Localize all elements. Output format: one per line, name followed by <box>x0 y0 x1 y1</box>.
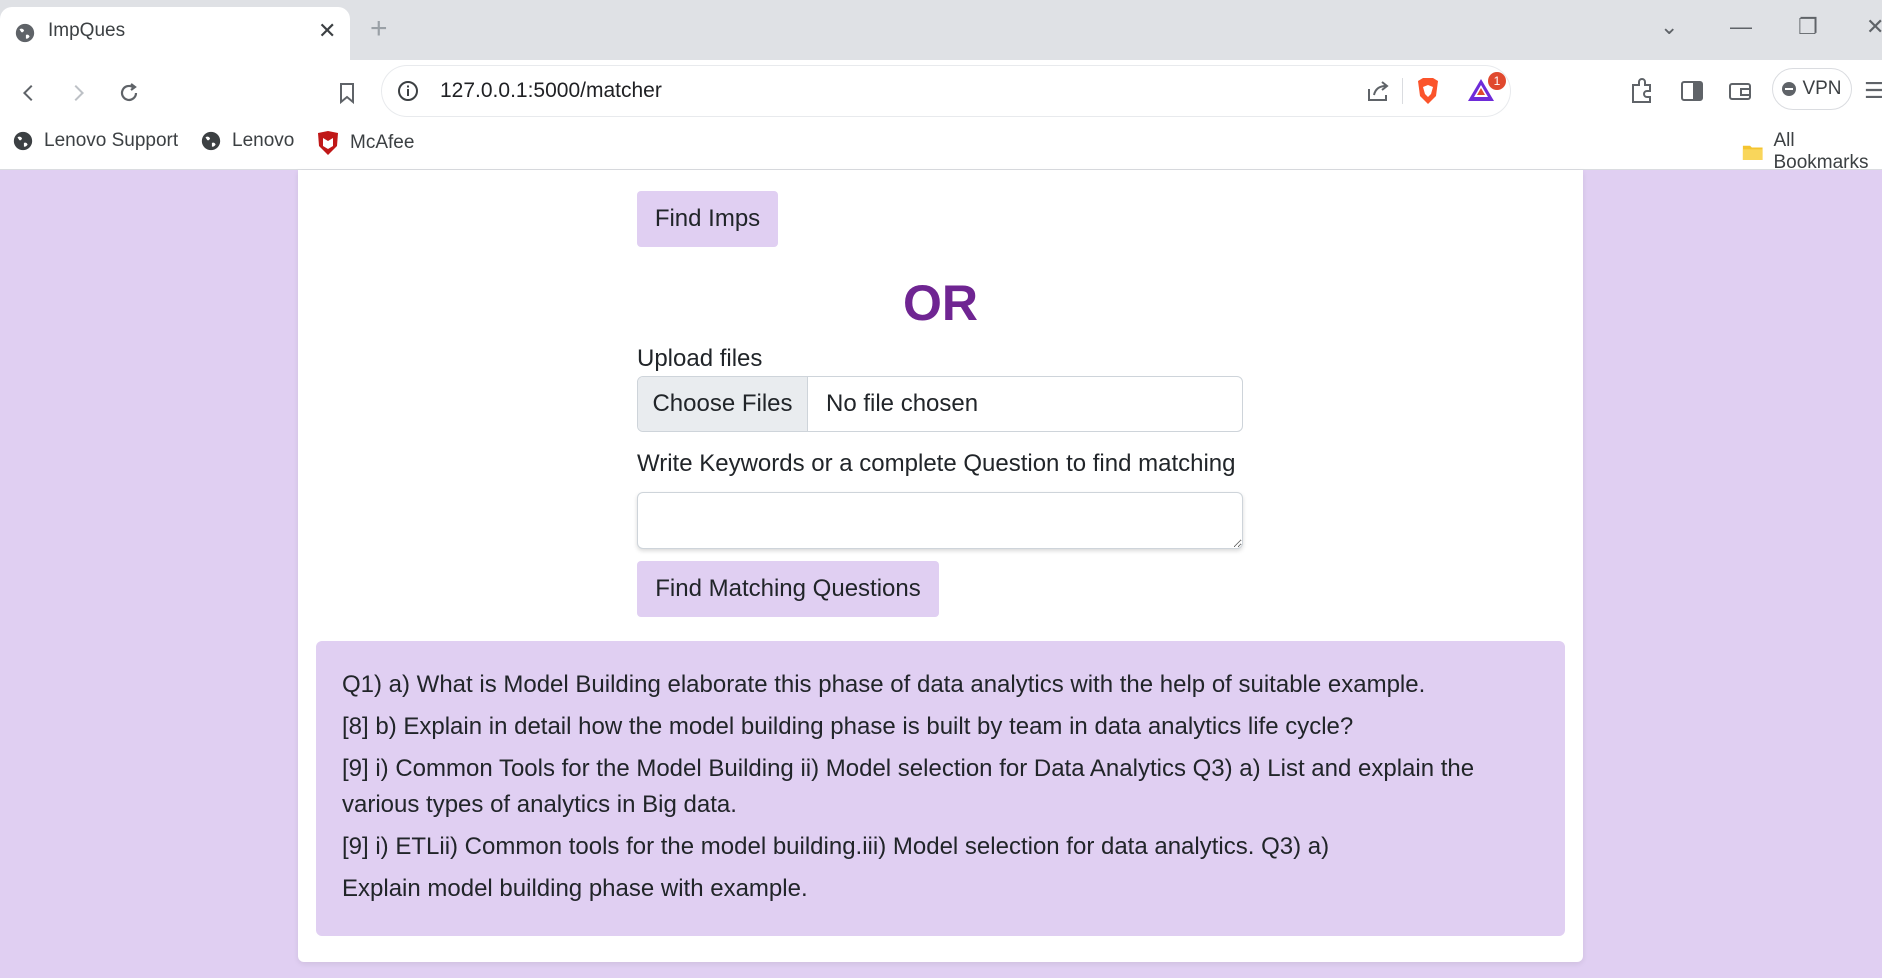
page-body: Find Imps OR Upload files Choose Files N… <box>0 170 1882 978</box>
tab-title: ImpQues <box>48 20 126 41</box>
browser-tab[interactable]: ImpQues ✕ <box>0 7 350 60</box>
bookmark-button[interactable] <box>330 76 364 110</box>
forward-arrow-icon <box>74 84 85 102</box>
results-panel: Q1) a) What is Model Building elaborate … <box>316 641 1565 936</box>
result-line: Q1) a) What is Model Building elaborate … <box>342 671 1426 698</box>
extensions-icon[interactable] <box>1628 77 1656 105</box>
brave-shields-icon[interactable] <box>1414 76 1442 106</box>
url-text[interactable]: 127.0.0.1:5000/matcher <box>440 79 662 103</box>
bookmark-label: McAfee <box>350 132 415 153</box>
mcafee-shield-icon <box>318 131 338 155</box>
bookmark-mcafee[interactable]: McAfee <box>316 130 414 156</box>
vpn-button[interactable]: VPN <box>1772 68 1852 110</box>
browser-toolbar: 127.0.0.1:5000/matcher 1 VPN ☰ Lenovo Su… <box>0 60 1882 180</box>
result-line: [9] i) ETLii) Common tools for the model… <box>342 833 1330 860</box>
bookmark-lenovo-support[interactable]: Lenovo Support <box>12 130 178 152</box>
reload-icon <box>120 83 138 102</box>
new-tab-button[interactable]: + <box>370 14 388 44</box>
tab-strip: ImpQues ✕ + ⌄ — ❐ ✕ <box>0 0 1882 60</box>
minimize-icon[interactable]: — <box>1730 14 1752 40</box>
back-button[interactable] <box>12 76 46 110</box>
bookmark-label: Lenovo <box>232 130 295 151</box>
find-imps-button[interactable]: Find Imps <box>637 191 778 247</box>
content-card: Find Imps OR Upload files Choose Files N… <box>298 170 1583 962</box>
result-line: [8] b) Explain in detail how the model b… <box>342 713 1354 740</box>
vpn-status-icon <box>1782 82 1797 96</box>
vpn-label: VPN <box>1802 78 1842 99</box>
divider <box>1402 78 1403 104</box>
all-bookmarks-folder[interactable]: All Bookmarks <box>1742 130 1882 174</box>
keywords-textarea[interactable] <box>637 492 1243 549</box>
result-line: Explain model building phase with exampl… <box>342 875 808 902</box>
sidebar-icon[interactable] <box>1678 77 1706 105</box>
globe-icon <box>13 131 33 151</box>
bookmark-lenovo[interactable]: Lenovo <box>200 130 294 152</box>
menu-icon[interactable]: ☰ <box>1864 78 1882 104</box>
tab-search-icon[interactable]: ⌄ <box>1660 14 1678 40</box>
reload-button[interactable] <box>112 76 146 110</box>
globe-icon <box>201 131 221 151</box>
back-arrow-icon <box>22 84 33 102</box>
keywords-label: Write Keywords or a complete Question to… <box>637 450 1236 477</box>
result-line: [9] i) Common Tools for the Model Buildi… <box>342 755 1475 818</box>
file-input[interactable]: Choose Files No file chosen <box>637 376 1243 432</box>
all-bookmarks-label: All Bookmarks <box>1773 130 1869 173</box>
globe-icon <box>15 23 35 43</box>
find-matching-questions-button[interactable]: Find Matching Questions <box>637 561 939 617</box>
bookmarks-bar: Lenovo Support Lenovo McAfee All Bookmar… <box>0 120 1882 173</box>
rewards-badge: 1 <box>1488 72 1506 90</box>
or-separator: OR <box>903 275 978 331</box>
window-close-icon[interactable]: ✕ <box>1866 14 1882 40</box>
bookmark-icon <box>340 83 354 105</box>
share-icon[interactable] <box>1364 77 1392 105</box>
address-bar[interactable]: 127.0.0.1:5000/matcher 1 <box>382 66 1510 116</box>
bookmark-label: Lenovo Support <box>44 130 179 151</box>
folder-icon <box>1742 145 1763 161</box>
choose-files-button[interactable]: Choose Files <box>638 377 808 431</box>
tab-close-icon[interactable]: ✕ <box>318 19 336 43</box>
restore-icon[interactable]: ❐ <box>1798 14 1818 40</box>
wallet-icon[interactable] <box>1726 77 1754 105</box>
forward-button[interactable] <box>61 76 95 110</box>
upload-files-label: Upload files <box>637 345 763 372</box>
file-status-text: No file chosen <box>826 390 979 417</box>
site-info-icon[interactable] <box>396 79 420 103</box>
